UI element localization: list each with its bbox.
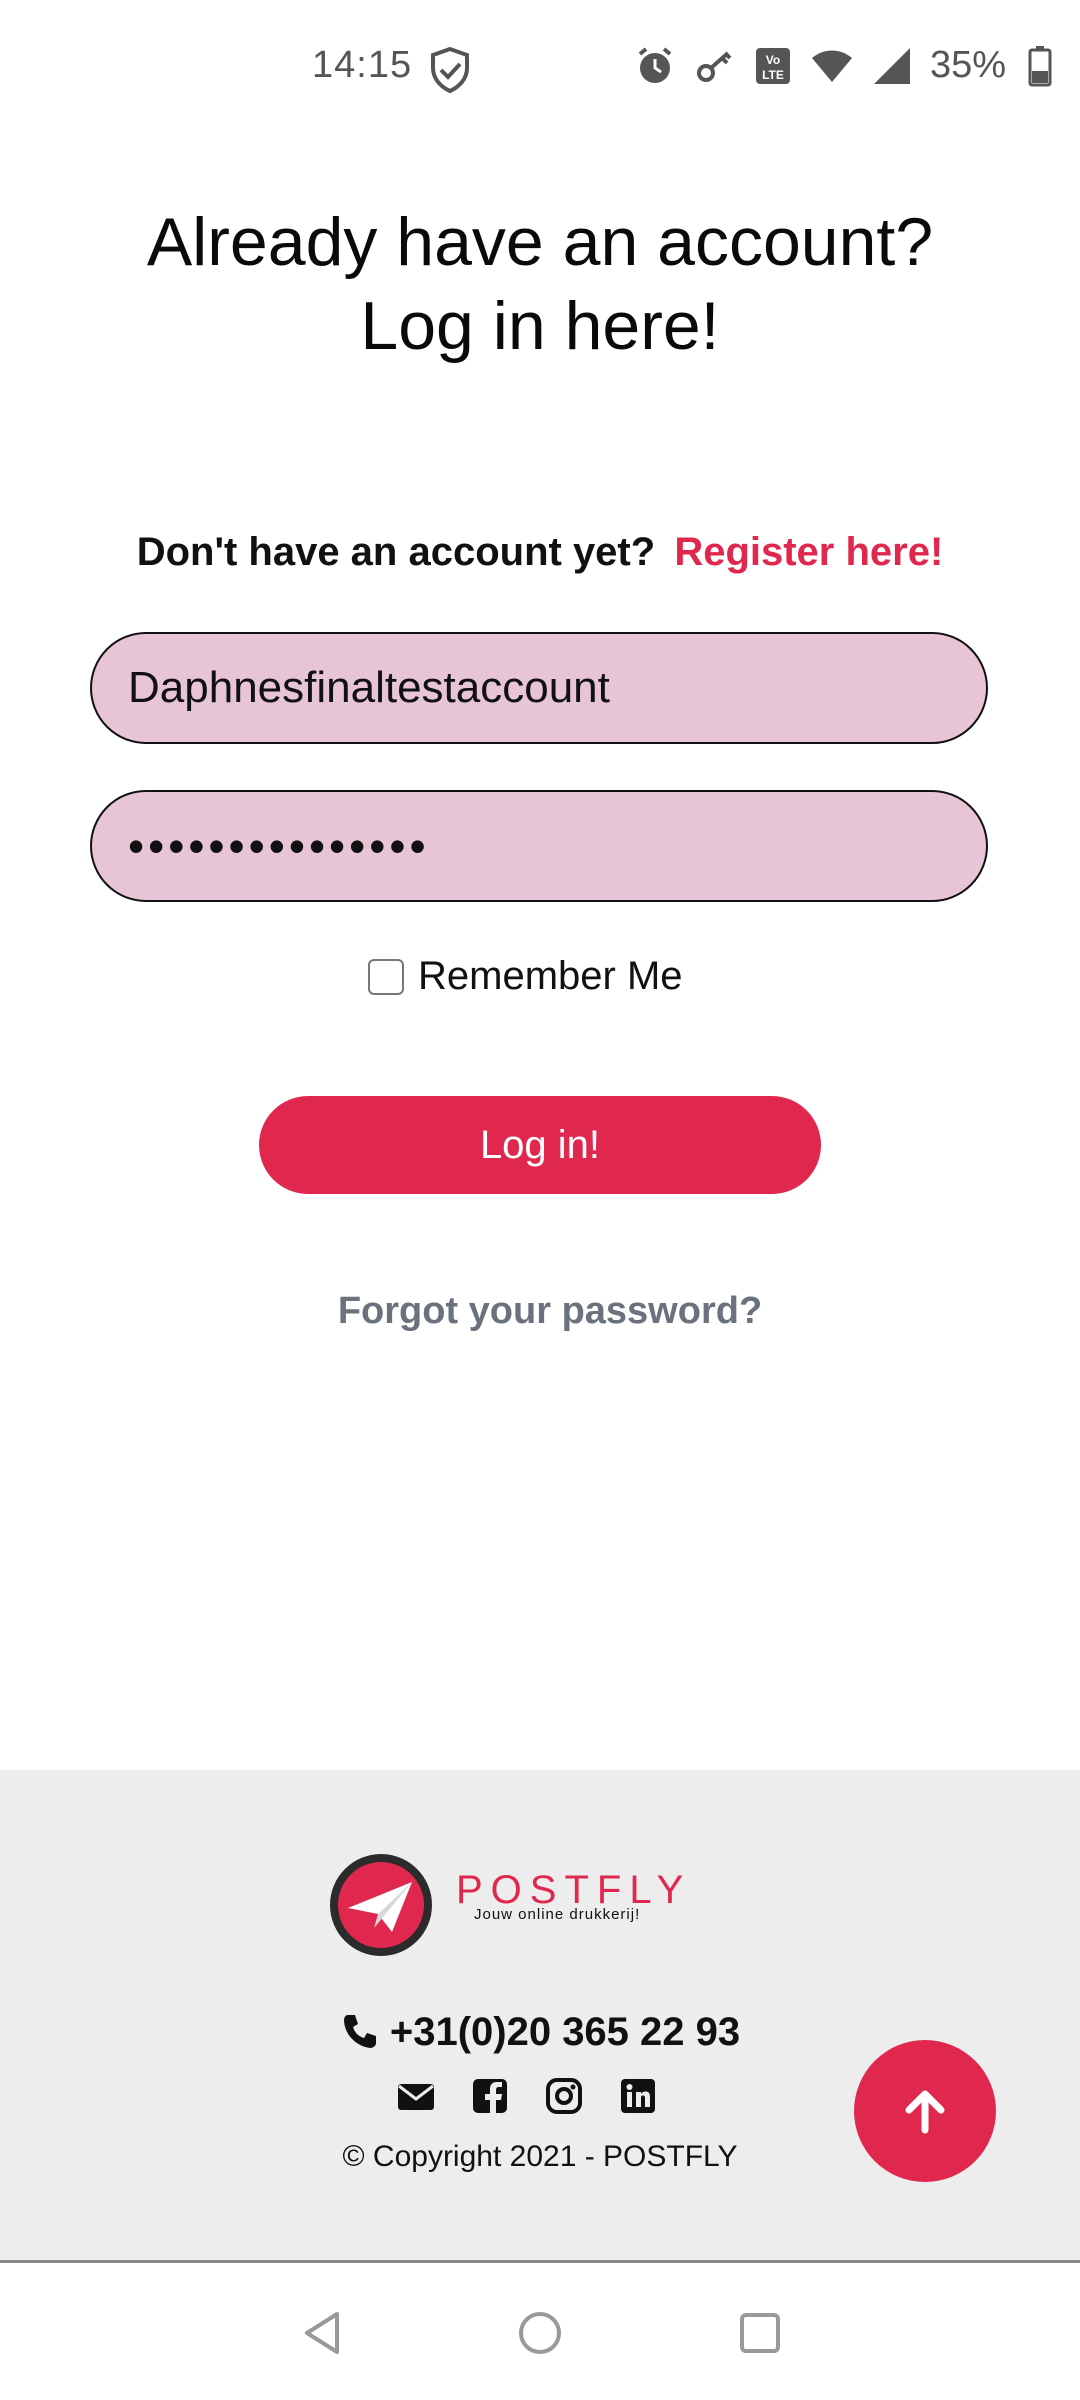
wifi-icon [810, 46, 854, 86]
register-prompt: Don't have an account yet? [136, 530, 656, 574]
page-title: Already have an account? Log in here! [40, 200, 1040, 368]
email-icon[interactable] [396, 2076, 436, 2116]
home-icon[interactable] [500, 2293, 580, 2373]
facebook-icon[interactable] [470, 2076, 510, 2116]
status-icons: Vo LTE 35% [634, 44, 1052, 87]
page-title-line2: Log in here! [360, 288, 720, 364]
remember-me-row[interactable]: Remember Me [368, 954, 683, 999]
phone-number[interactable]: +31(0)20 365 22 93 [390, 2010, 740, 2054]
page-title-line1: Already have an account? [146, 204, 934, 280]
password-field[interactable] [90, 790, 988, 902]
shield-check-icon [428, 46, 472, 94]
remember-me-label[interactable]: Remember Me [418, 954, 683, 999]
svg-text:LTE: LTE [762, 68, 784, 82]
username-field[interactable] [90, 632, 988, 744]
signal-icon [872, 46, 912, 86]
status-bar: 14:15 Vo LTE 35% [0, 0, 1080, 140]
scroll-to-top-button[interactable] [854, 2040, 996, 2182]
navigation-bar [0, 2263, 1080, 2400]
postfly-logo-icon[interactable] [328, 1852, 434, 1958]
brand-tagline: Jouw online drukkerij! [474, 1906, 641, 1923]
volte-icon: Vo LTE [754, 46, 792, 86]
arrow-up-icon [905, 2090, 945, 2134]
login-button[interactable]: Log in! [259, 1096, 821, 1194]
battery-percent: 35% [929, 44, 1006, 86]
svg-text:Vo: Vo [766, 53, 780, 67]
register-prompt-row: Don't have an account yet? Register here… [0, 530, 1080, 575]
remember-me-checkbox[interactable] [368, 958, 404, 995]
battery-icon [1028, 45, 1052, 87]
recents-icon[interactable] [720, 2293, 800, 2373]
linkedin-icon[interactable] [618, 2076, 658, 2116]
phone-icon [343, 2015, 376, 2048]
alarm-icon [634, 45, 676, 87]
back-icon[interactable] [282, 2293, 362, 2373]
key-icon [694, 45, 736, 87]
register-link[interactable]: Register here! [674, 530, 943, 574]
instagram-icon[interactable] [544, 2076, 584, 2116]
forgot-password-link[interactable]: Forgot your password? [0, 1290, 1080, 1333]
status-time: 14:15 [312, 44, 413, 86]
social-links [396, 2076, 658, 2116]
